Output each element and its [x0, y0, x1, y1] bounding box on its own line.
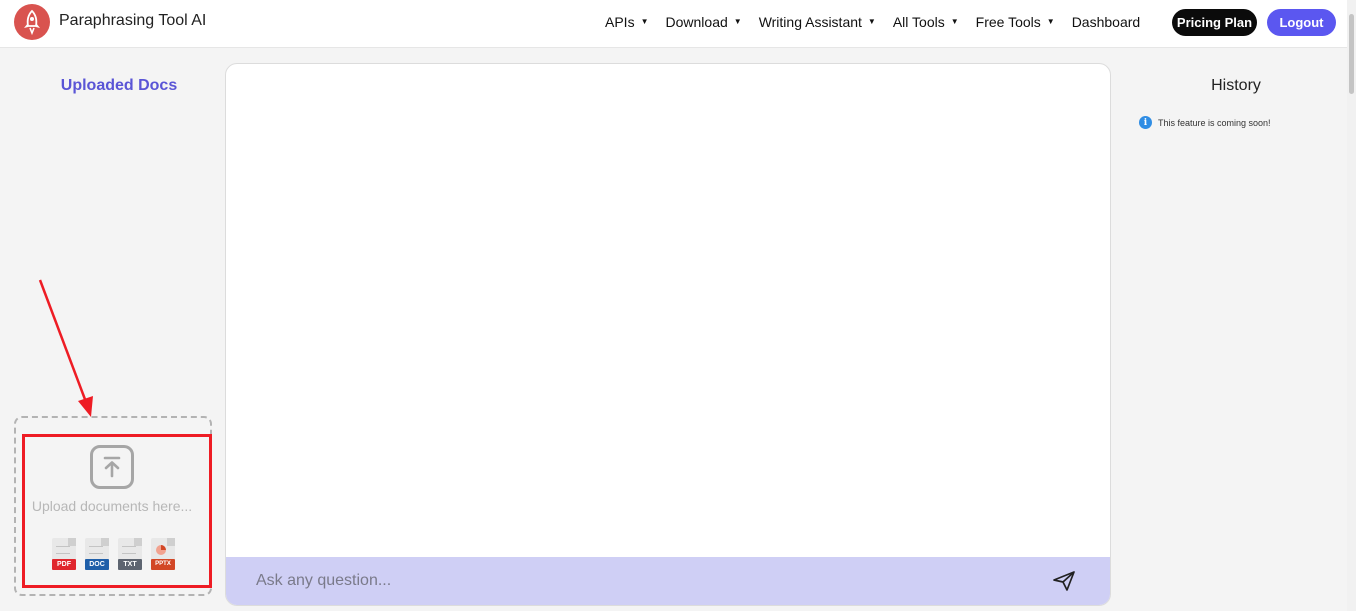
nav-free-tools-label: Free Tools	[975, 14, 1041, 30]
chat-input-bar	[226, 557, 1110, 605]
caret-down-icon: ▼	[867, 17, 876, 26]
question-input[interactable]	[256, 569, 1016, 593]
file-type-label: TXT	[118, 559, 142, 570]
pdf-file-icon: PDF	[52, 538, 76, 570]
nav-download-label: Download	[665, 14, 728, 30]
send-icon[interactable]	[1050, 567, 1078, 595]
uploaded-docs-title: Uploaded Docs	[60, 77, 178, 94]
scrollbar-thumb[interactable]	[1349, 14, 1354, 94]
pptx-file-icon: PPTX	[151, 538, 175, 570]
pie-chart-icon	[156, 545, 166, 555]
top-navigation-bar: Paraphrasing Tool AI APIs ▼ Download ▼ Wri…	[0, 0, 1356, 48]
nav-all-tools-label: All Tools	[892, 14, 945, 30]
txt-file-icon: TXT	[118, 538, 142, 570]
logout-button[interactable]: Logout	[1267, 9, 1336, 36]
brand-name[interactable]: Paraphrasing Tool AI	[59, 12, 206, 30]
nav-writing-assistant-label: Writing Assistant	[758, 14, 862, 30]
upload-hint-text: Upload documents here...	[31, 498, 193, 514]
caret-down-icon: ▼	[1046, 17, 1055, 26]
nav-download[interactable]: Download ▼	[666, 14, 742, 30]
caret-down-icon: ▼	[950, 17, 959, 26]
rocket-icon[interactable]	[14, 4, 50, 40]
nav-dashboard[interactable]: Dashboard	[1072, 14, 1141, 30]
upload-icon[interactable]	[90, 445, 134, 489]
file-type-label: DOC	[85, 559, 109, 570]
file-type-label: PPTX	[151, 559, 175, 570]
page-scrollbar[interactable]	[1347, 0, 1356, 611]
nav-apis[interactable]: APIs ▼	[605, 14, 649, 30]
main-navigation: APIs ▼ Download ▼ Writing Assistant ▼ All T…	[605, 14, 1157, 30]
caret-down-icon: ▼	[733, 17, 742, 26]
file-type-label: PDF	[52, 559, 76, 570]
nav-all-tools[interactable]: All Tools ▼	[893, 14, 959, 30]
pricing-plan-button[interactable]: Pricing Plan	[1172, 9, 1257, 36]
chat-panel	[225, 63, 1111, 606]
nav-writing-assistant[interactable]: Writing Assistant ▼	[759, 14, 876, 30]
info-icon: i	[1139, 116, 1152, 129]
caret-down-icon: ▼	[640, 17, 649, 26]
notice-text: This feature is coming soon!	[1158, 117, 1271, 128]
nav-apis-label: APIs	[605, 14, 635, 30]
supported-file-types: PDF DOC TXT PPTX	[52, 538, 184, 570]
annotation-arrow	[38, 279, 93, 417]
nav-free-tools[interactable]: Free Tools ▼	[976, 14, 1055, 30]
history-notice: i This feature is coming soon!	[1139, 116, 1271, 129]
nav-dashboard-label: Dashboard	[1071, 14, 1141, 30]
history-title: History	[1211, 77, 1261, 94]
doc-file-icon: DOC	[85, 538, 109, 570]
